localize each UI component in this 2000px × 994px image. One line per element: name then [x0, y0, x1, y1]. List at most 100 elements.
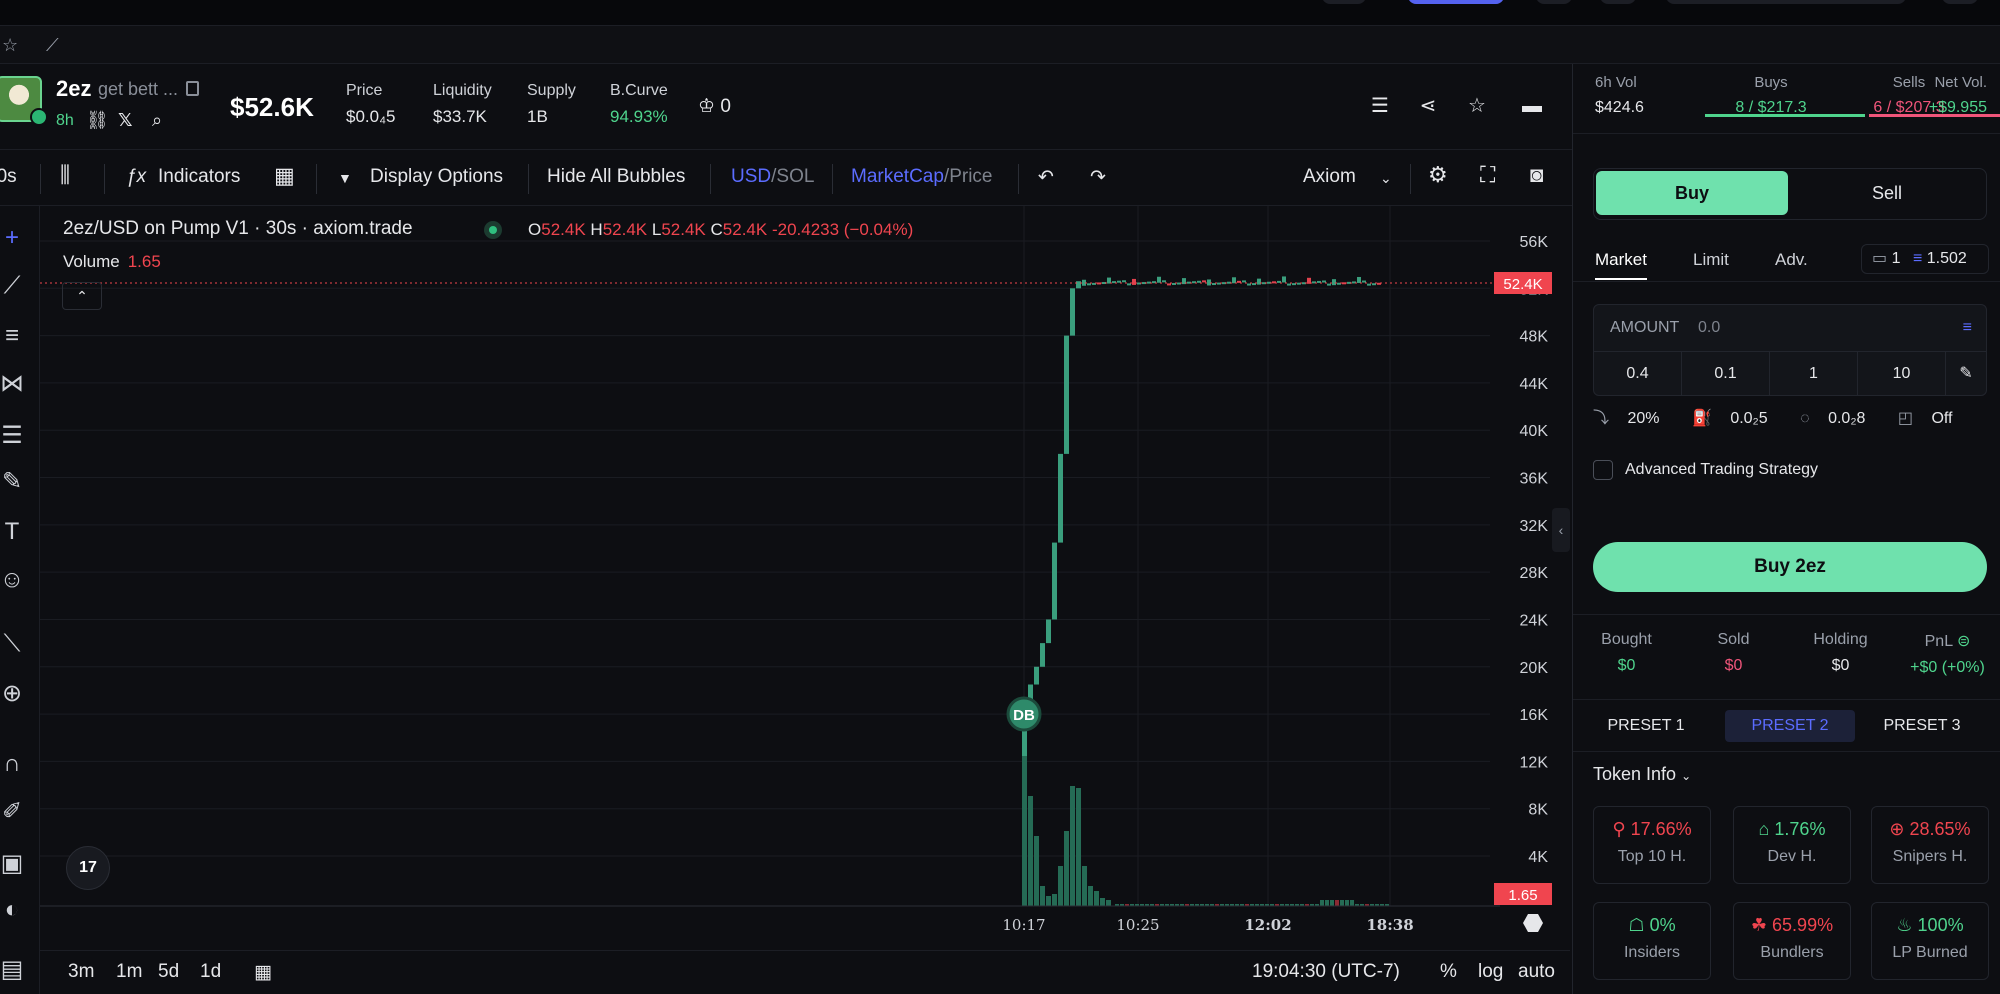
bribe-value: 0.0₂8: [1828, 410, 1866, 427]
pnl-stat[interactable]: PnL ⊜ +$0 (+0%): [1894, 631, 2000, 677]
eye-icon[interactable]: ◐: [0, 896, 26, 924]
source-select[interactable]: Axiom: [1303, 166, 1356, 188]
edit-pencil-icon[interactable]: ✎: [1946, 352, 1986, 396]
pattern-icon[interactable]: ⋈: [0, 370, 26, 398]
slippage-setting[interactable]: ⤵ 20%: [1593, 410, 1673, 427]
layout-icon[interactable]: ▬: [1520, 94, 1544, 118]
log-toggle[interactable]: log: [1478, 961, 1503, 983]
link-icon[interactable]: ⛓: [86, 110, 109, 131]
ruler-icon[interactable]: ⟍: [0, 630, 26, 658]
copy-icon[interactable]: [186, 81, 199, 96]
fullscreen-icon[interactable]: ⛶: [1480, 162, 1495, 188]
templates-grid-icon[interactable]: ▦: [274, 163, 295, 189]
zoom-icon[interactable]: ⊕: [0, 680, 26, 708]
candles-icon[interactable]: ⫼: [60, 162, 70, 188]
tab-market[interactable]: Market: [1595, 250, 1647, 280]
quick-amount-button[interactable]: 0.1: [1682, 352, 1770, 396]
magnet-icon[interactable]: ∩: [0, 750, 26, 778]
net-label: Net Vol.: [1934, 74, 1987, 91]
nav-pill[interactable]: [1322, 0, 1366, 4]
share-icon[interactable]: ⋖: [1416, 94, 1440, 118]
auto-toggle[interactable]: auto: [1518, 961, 1555, 983]
tradingview-logo[interactable]: 17: [66, 846, 110, 890]
nav-icon-button[interactable]: [1942, 0, 1978, 4]
emoji-icon[interactable]: ☺: [0, 566, 26, 594]
collapse-legend-button[interactable]: ⌃: [62, 282, 102, 310]
display-options-button[interactable]: Display Options: [370, 166, 503, 188]
pnl-currency-icon[interactable]: ⊜: [1957, 633, 1970, 650]
quick-amount-button[interactable]: 10: [1858, 352, 1946, 396]
search-icon[interactable]: ⌕: [152, 110, 162, 131]
indicators-button[interactable]: Indicators: [158, 166, 240, 188]
quick-amount-button[interactable]: 1: [1770, 352, 1858, 396]
undo-icon[interactable]: ↶: [1038, 166, 1054, 189]
fib-icon[interactable]: ☰: [0, 422, 26, 450]
favorite-star-icon[interactable]: ☆: [1465, 94, 1489, 118]
lock-icon[interactable]: ▣: [0, 850, 26, 878]
quick-amount-button[interactable]: 0.4: [1594, 352, 1682, 396]
camera-icon[interactable]: ◙: [1530, 162, 1543, 188]
lock-pencil-icon[interactable]: ✐: [0, 798, 26, 826]
text-icon[interactable]: T: [0, 518, 26, 546]
price-chart[interactable]: 56K52K48K44K40K36K32K28K24K20K16K12K8K4K…: [40, 206, 1570, 946]
horizontal-lines-icon[interactable]: ≡: [0, 322, 26, 350]
nav-primary-button[interactable]: [1408, 0, 1504, 4]
currency-sol[interactable]: SOL: [776, 166, 814, 187]
token-info-toggle[interactable]: Token Info ⌄: [1593, 764, 1691, 785]
x-social-icon[interactable]: 𝕏: [118, 110, 133, 131]
tab-advanced[interactable]: Adv.: [1775, 250, 1808, 270]
mode-price[interactable]: Price: [949, 166, 992, 187]
range-1d[interactable]: 1d: [200, 961, 221, 983]
list-icon[interactable]: ☰: [1368, 94, 1392, 118]
preset-3-tab[interactable]: PRESET 3: [1857, 710, 1987, 742]
range-3m[interactable]: 3m: [68, 961, 94, 983]
bribe-setting[interactable]: ◌ 0.0₂8: [1800, 410, 1879, 427]
chart-bottom-bar: 3m 1m 5d 1d ▦ 19:04:30 (UTC-7) % log aut…: [40, 950, 1570, 994]
trade-settings[interactable]: ⤵ 20% ⛽ 0.0₂5 ◌ 0.0₂8 ◰ Off: [1593, 404, 1981, 428]
advanced-strategy[interactable]: Advanced Trading Strategy: [1593, 460, 1818, 480]
star-icon[interactable]: ☆: [2, 35, 22, 55]
clock[interactable]: 19:04:30 (UTC-7): [1252, 961, 1400, 983]
mode-marketcap[interactable]: MarketCap: [851, 166, 944, 187]
range-1m[interactable]: 1m: [116, 961, 142, 983]
range-5d[interactable]: 5d: [158, 961, 179, 983]
panel-collapse-icon[interactable]: ‹: [1552, 508, 1570, 552]
interval-selector[interactable]: 30s: [0, 166, 17, 188]
sell-tab[interactable]: Sell: [1790, 171, 1984, 215]
calendar-icon[interactable]: ▦: [254, 961, 272, 984]
nav-icon-button[interactable]: [1536, 0, 1572, 4]
currency-usd[interactable]: USD: [731, 166, 771, 187]
crosshair-icon[interactable]: +: [0, 224, 26, 252]
buy-token-button[interactable]: Buy 2ez: [1593, 542, 1987, 592]
token-avatar[interactable]: [0, 76, 48, 126]
chart-toolbar: 30s ⫼ ƒx Indicators ▦ ▼ Display Options …: [0, 150, 1572, 206]
mev-setting[interactable]: ◰ Off: [1898, 410, 1967, 427]
percent-toggle[interactable]: %: [1440, 961, 1457, 983]
nav-search[interactable]: [1666, 0, 1906, 4]
preset-1-tab[interactable]: PRESET 1: [1581, 710, 1711, 742]
buy-tab[interactable]: Buy: [1596, 171, 1788, 215]
advanced-strategy-checkbox[interactable]: [1593, 460, 1613, 480]
mode-toggle[interactable]: MarketCap/Price: [851, 166, 993, 188]
tab-limit[interactable]: Limit: [1693, 250, 1729, 270]
indicators-icon[interactable]: ƒx: [126, 166, 146, 188]
preset-2-tab[interactable]: PRESET 2: [1725, 710, 1855, 742]
trend-line-icon[interactable]: ⟋: [0, 272, 26, 300]
settings-gear-icon[interactable]: ⚙: [1428, 162, 1448, 188]
hide-bubbles-button[interactable]: Hide All Bubbles: [547, 166, 685, 188]
token-name: get bett ...: [98, 79, 179, 99]
chart-line-icon[interactable]: ⟋: [46, 35, 66, 55]
trash-icon[interactable]: ▤: [0, 956, 26, 984]
y-tick-label: 48K: [1520, 329, 1549, 346]
wallet-selector[interactable]: ▭ 1 ≡ 1.502: [1861, 244, 1989, 274]
coin-icon: ◌: [1800, 410, 1815, 427]
currency-toggle[interactable]: USD/SOL: [731, 166, 814, 188]
sold-value: $0: [1724, 657, 1743, 674]
priority-fee-setting[interactable]: ⛽ 0.0₂5: [1692, 410, 1782, 427]
caret-down-icon[interactable]: ▼: [338, 170, 352, 186]
redo-icon[interactable]: ↷: [1090, 166, 1106, 189]
amount-input[interactable]: 0.0: [1698, 319, 1720, 337]
chevron-down-icon[interactable]: ⌄: [1380, 170, 1392, 187]
brush-icon[interactable]: ✎: [0, 468, 26, 496]
nav-icon-button[interactable]: [1600, 0, 1636, 4]
